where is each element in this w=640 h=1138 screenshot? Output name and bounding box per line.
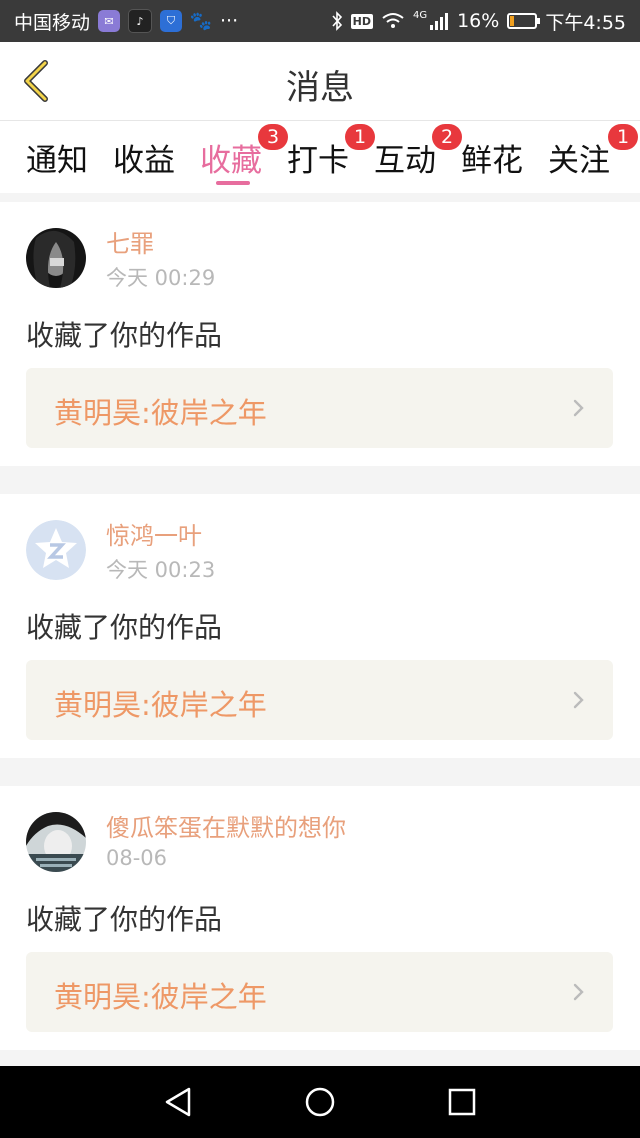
carrier-label: 中国移动 xyxy=(14,11,91,34)
avatar[interactable] xyxy=(26,520,86,580)
action-text: 收藏了你的作品 xyxy=(26,611,223,644)
avatar[interactable] xyxy=(26,228,86,288)
work-link[interactable]: 黄明昊:彼岸之年 xyxy=(26,660,613,740)
unread-badge: 1 xyxy=(345,124,375,150)
action-text: 收藏了你的作品 xyxy=(26,319,223,352)
work-link[interactable]: 黄明昊:彼岸之年 xyxy=(26,952,613,1032)
status-time: 下午4:55 xyxy=(545,11,626,34)
tab-label: 通知 xyxy=(26,143,88,179)
battery-percent: 16% xyxy=(457,10,500,32)
message-item: 傻瓜笨蛋在默默的想你 08-06 收藏了你的作品 黄明昊:彼岸之年 xyxy=(0,786,640,1050)
status-bar: 中国移动 ✉ ♪ ⛉ 🐾 ··· HD 4G 16% 下午4:55 xyxy=(0,0,640,42)
chevron-right-icon xyxy=(573,691,584,709)
action-text: 收藏了你的作品 xyxy=(26,903,223,936)
tab-notifications[interactable]: 通知 xyxy=(26,135,88,180)
battery-level xyxy=(510,16,515,26)
active-tab-indicator xyxy=(216,181,250,185)
circle-home-icon xyxy=(305,1087,335,1117)
status-bar-left: 中国移动 ✉ ♪ ⛉ 🐾 ··· xyxy=(14,8,238,35)
work-title: 黄明昊:彼岸之年 xyxy=(54,688,267,722)
network-type-label: 4G xyxy=(412,9,428,21)
tab-label: 关注 xyxy=(548,143,610,179)
work-title: 黄明昊:彼岸之年 xyxy=(54,980,267,1014)
shield-icon: ⛉ xyxy=(160,10,183,32)
message-item: 惊鸿一叶 今天 00:23 收藏了你的作品 黄明昊:彼岸之年 xyxy=(0,494,640,758)
work-title: 黄明昊:彼岸之年 xyxy=(54,396,267,430)
tiktok-icon: ♪ xyxy=(128,9,153,33)
tab-flowers[interactable]: 鲜花 xyxy=(461,135,523,180)
page-title: 消息 xyxy=(286,68,354,108)
tab-checkin[interactable]: 打卡 1 xyxy=(287,124,375,180)
chevron-right-icon xyxy=(573,983,584,1001)
tab-bar: 通知 收益 收藏 3 打卡 1 互动 2 鲜花 关注 1 xyxy=(0,121,640,193)
username[interactable]: 惊鸿一叶 xyxy=(106,516,202,551)
timestamp: 今天 00:29 xyxy=(106,266,216,290)
unread-badge: 1 xyxy=(608,124,638,150)
default-avatar-icon xyxy=(26,520,86,580)
app-notification-icon: ✉ xyxy=(98,10,121,32)
tab-label: 收益 xyxy=(113,143,175,179)
hd-icon: HD xyxy=(350,13,373,29)
tab-earnings[interactable]: 收益 xyxy=(113,135,175,180)
work-link[interactable]: 黄明昊:彼岸之年 xyxy=(26,368,613,448)
tab-favorites[interactable]: 收藏 3 xyxy=(200,124,288,180)
username[interactable]: 傻瓜笨蛋在默默的想你 xyxy=(106,808,346,843)
battery-icon xyxy=(507,13,541,29)
bluetooth-icon xyxy=(332,11,342,31)
status-bar-right: HD 4G 16% 下午4:55 xyxy=(331,8,626,35)
nav-back-button[interactable] xyxy=(160,1084,196,1120)
chevron-right-icon xyxy=(573,399,584,417)
tab-label: 打卡 xyxy=(287,143,349,179)
tab-interaction[interactable]: 互动 2 xyxy=(374,124,462,180)
paw-icon: 🐾 xyxy=(189,10,213,32)
tab-label: 鲜花 xyxy=(461,143,523,179)
user-avatar-image xyxy=(26,228,86,288)
signal-icon xyxy=(430,13,449,30)
page: 中国移动 ✉ ♪ ⛉ 🐾 ··· HD 4G 16% 下午4:55 消息 通知 … xyxy=(0,0,640,1138)
username[interactable]: 七罪 xyxy=(106,224,154,259)
square-recents-icon xyxy=(448,1088,476,1116)
nav-home-button[interactable] xyxy=(302,1084,338,1120)
message-item: 七罪 今天 00:29 收藏了你的作品 黄明昊:彼岸之年 xyxy=(0,202,640,466)
unread-badge: 3 xyxy=(258,124,288,150)
triangle-back-icon xyxy=(165,1087,191,1117)
avatar[interactable] xyxy=(26,812,86,872)
unread-badge: 2 xyxy=(432,124,462,150)
timestamp: 今天 00:23 xyxy=(106,558,216,582)
nav-recents-button[interactable] xyxy=(444,1084,480,1120)
tab-label: 收藏 xyxy=(200,143,262,179)
wifi-icon xyxy=(382,13,404,28)
title-bar: 消息 xyxy=(0,42,640,121)
timestamp: 08-06 xyxy=(106,846,168,870)
system-nav-bar xyxy=(0,1066,640,1138)
more-notifications-icon: ··· xyxy=(220,10,239,32)
tab-follows[interactable]: 关注 1 xyxy=(548,124,638,180)
user-avatar-image xyxy=(26,812,86,872)
tab-label: 互动 xyxy=(374,143,436,179)
